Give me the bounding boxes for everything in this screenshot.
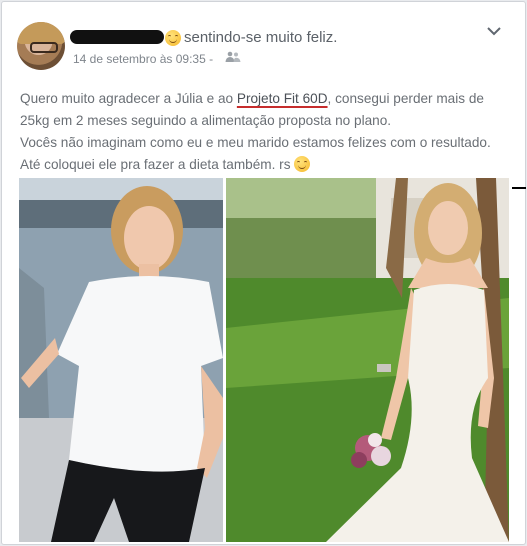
redacted-author-name[interactable] [70, 30, 164, 44]
edge-mark [512, 187, 526, 189]
avatar-glasses [30, 42, 58, 53]
post-card: sentindo-se muito feliz. 14 de setembro … [1, 1, 526, 545]
avatar-hair [17, 22, 65, 44]
before-photo-illustration [19, 178, 223, 542]
post-line-1-start: Quero muito agradecer a Júlia e ao [20, 91, 237, 106]
after-photo-illustration [226, 178, 509, 542]
friends-icon[interactable] [225, 51, 241, 63]
chevron-down-icon[interactable] [486, 25, 502, 37]
before-photo[interactable] [19, 178, 223, 542]
feeling-text: sentindo-se muito feliz. [184, 29, 338, 46]
avatar[interactable] [17, 22, 65, 70]
project-link[interactable]: Projeto Fit 60D [237, 91, 328, 106]
post-line-1: Quero muito agradecer a Júlia e ao Proje… [20, 88, 510, 110]
post-line-2: 25kg em 2 meses seguindo a alimentação p… [20, 113, 392, 128]
post-line-1-end: , consegui perder mais de [327, 91, 484, 106]
smile-emoji-icon [293, 156, 310, 172]
after-photo[interactable] [226, 178, 509, 542]
post-body: Quero muito agradecer a Júlia e ao Proje… [20, 88, 510, 176]
post-timestamp[interactable]: 14 de setembro às 09:35 - [73, 52, 213, 66]
post-line-4: Até coloquei ele pra fazer a dieta també… [20, 154, 510, 176]
post-line-4-text: Até coloquei ele pra fazer a dieta també… [20, 157, 291, 172]
post-line-3: Vocês não imaginam como eu e meu marido … [20, 135, 491, 150]
smile-emoji-icon [165, 30, 181, 46]
